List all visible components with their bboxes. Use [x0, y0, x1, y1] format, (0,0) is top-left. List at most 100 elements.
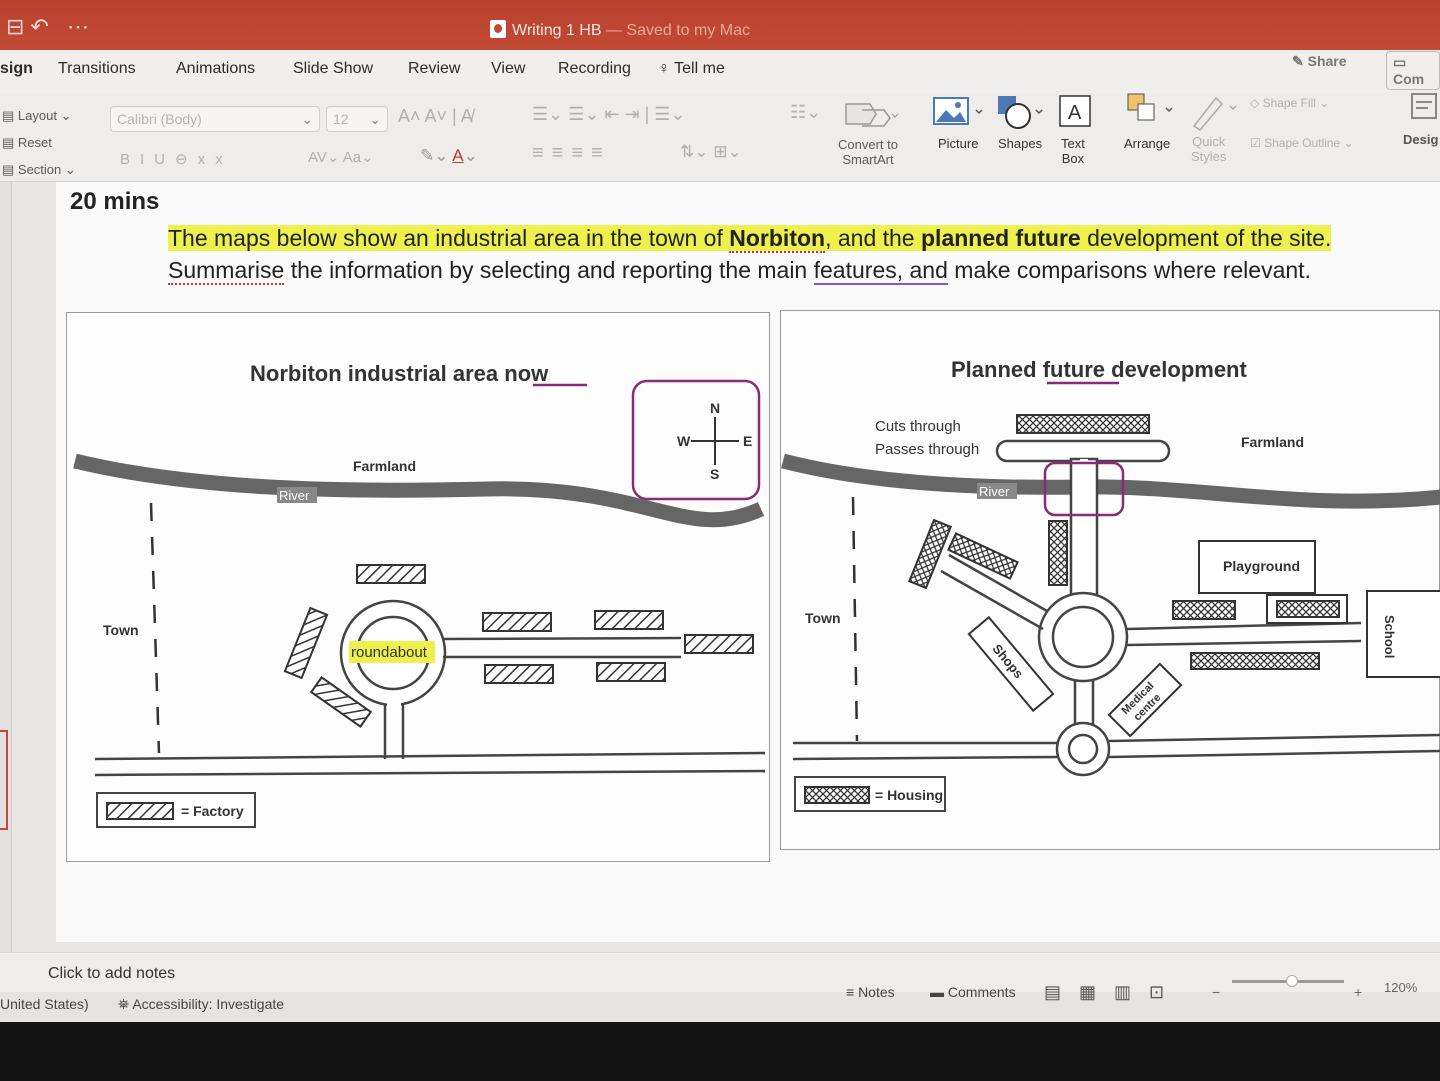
convert-smartart-line2: SmartArt: [842, 152, 894, 167]
notes-placeholder[interactable]: Click to add notes: [48, 965, 175, 983]
roundabout-future-inner: [1051, 605, 1115, 669]
designer-button[interactable]: Desig: [1403, 132, 1438, 147]
school-label: School: [1382, 615, 1397, 658]
share-button[interactable]: ✎ Share: [1292, 53, 1347, 70]
map-now-title-b: now: [504, 361, 549, 386]
arrange-button[interactable]: Arrange: [1124, 136, 1170, 151]
language-status[interactable]: United States): [0, 996, 89, 1012]
text-direction-icons[interactable]: ⇅⌄ ⊞⌄: [680, 142, 742, 162]
note-passes-through: Passes through: [875, 441, 979, 458]
map-future-title: Planned future development: [951, 357, 1247, 382]
font-size-value: 12: [333, 111, 349, 127]
map-now-panel: Norbiton industrial area now N S E W Far…: [66, 312, 770, 862]
town-label-now: Town: [103, 622, 139, 638]
tab-slide-show[interactable]: Slide Show: [293, 60, 373, 78]
prompt-text-2d: make comparisons where relevant.: [947, 257, 1311, 283]
zoom-in-icon[interactable]: +: [1354, 984, 1362, 1000]
notes-button[interactable]: ≡ Notes: [846, 984, 895, 1000]
river-label-future: River: [979, 484, 1010, 499]
housing: [1190, 652, 1320, 670]
accessibility-status[interactable]: ⛯ Accessibility: Investigate: [118, 996, 284, 1013]
shape-fill-button[interactable]: ◇ Shape Fill ⌄: [1250, 96, 1329, 110]
section-label: Section: [17, 162, 62, 177]
shape-outline-button[interactable]: ☑ Shape Outline ⌄: [1250, 136, 1354, 150]
char-spacing-icon[interactable]: AV⌄ Aa⌄: [308, 148, 374, 166]
highlight-color-icon[interactable]: ✎⌄ A⌄: [420, 146, 478, 166]
font-name-value: Calibri (Body): [117, 111, 202, 127]
tab-recording[interactable]: Recording: [558, 60, 631, 78]
comments-status-label: Comments: [947, 984, 1016, 1000]
text-box-button[interactable]: Text Box: [1061, 136, 1085, 166]
slide-thumbnails-strip[interactable]: [0, 182, 12, 962]
housing: [1172, 600, 1236, 620]
prompt-planned-future: planned future: [921, 225, 1081, 251]
title-bar: ⊟↶ ⋯ Writing 1 HB — Saved to my Mac: [0, 0, 1440, 50]
main-road-bottom: [94, 769, 766, 777]
smartart-icon[interactable]: [840, 98, 900, 132]
font-grow-shrink-icons[interactable]: A˄ A˅ | A̸: [398, 106, 473, 127]
doc-title-text: Writing 1 HB: [512, 22, 602, 39]
housing: [907, 518, 953, 590]
comments-status-button[interactable]: ▬ Comments: [930, 984, 1016, 1000]
zoom-out-icon[interactable]: −: [1212, 984, 1220, 1000]
font-format-icons[interactable]: BIU⊖xx: [120, 150, 233, 168]
quick-styles-button[interactable]: Quick Styles: [1191, 134, 1226, 164]
zoom-level[interactable]: 120%: [1384, 980, 1417, 995]
convert-smartart-button[interactable]: Convert to SmartArt: [838, 137, 898, 167]
factory: [684, 634, 754, 654]
quick-styles-icon[interactable]: [1186, 92, 1242, 134]
quick-styles-line2: Styles: [1191, 149, 1227, 164]
tell-me[interactable]: ♀ Tell me: [658, 60, 725, 78]
layout-button[interactable]: ▤ Layout ⌄: [2, 108, 71, 124]
comments-button[interactable]: ▭ Com: [1386, 51, 1440, 90]
selected-thumbnail[interactable]: [0, 730, 8, 830]
designer-icon[interactable]: [1404, 88, 1440, 124]
compass-s: S: [710, 466, 719, 482]
map-future-title-b: future: [1043, 357, 1105, 382]
shapes-icon[interactable]: [994, 94, 1050, 132]
legend-housing-swatch: [804, 786, 870, 804]
picture-button[interactable]: Picture: [938, 136, 978, 151]
zoom-slider-thumb[interactable]: [1286, 975, 1298, 987]
town-label-future: Town: [805, 610, 841, 626]
tab-design[interactable]: sign: [0, 60, 33, 78]
playground-label: Playground: [1223, 558, 1300, 574]
factory: [283, 606, 329, 680]
farmland-label-future: Farmland: [1241, 434, 1304, 450]
prompt-summarise: Summarise: [168, 257, 285, 285]
shapes-button[interactable]: Shapes: [998, 136, 1042, 151]
legend-factory-label: = Factory: [181, 803, 244, 819]
arrange-icon[interactable]: [1124, 92, 1180, 132]
tab-view[interactable]: View: [491, 60, 525, 78]
main-road-top: [94, 751, 766, 761]
factory: [484, 664, 554, 684]
share-label: Share: [1307, 53, 1347, 69]
font-size-select[interactable]: 12 ⌄: [326, 106, 388, 132]
notes-pane[interactable]: Click to add notes: [0, 952, 1440, 992]
tab-animations[interactable]: Animations: [176, 60, 255, 78]
prompt-features: features, and: [813, 257, 948, 285]
font-name-select[interactable]: Calibri (Body) ⌄: [110, 106, 320, 132]
pencil-icon: ✎: [1292, 53, 1304, 69]
quick-access-icons[interactable]: ⊟↶ ⋯: [6, 14, 95, 40]
map-now-title: Norbiton industrial area now: [250, 361, 549, 386]
housing: [947, 532, 1019, 580]
list-icons[interactable]: ☰⌄ ☰⌄ ⇤ ⇥ | ☰⌄: [532, 104, 686, 125]
factory: [594, 610, 664, 630]
view-buttons[interactable]: ▤▦▥⊡: [1044, 982, 1182, 1003]
medical-centre-building: [1107, 662, 1183, 738]
roundabout-label: roundabout: [351, 644, 428, 661]
picture-icon[interactable]: [930, 94, 990, 132]
align-icons[interactable]: ≡≡≡≡: [532, 142, 611, 165]
prompt-text-2b: the information by selecting and reporti…: [284, 257, 814, 283]
tab-transitions[interactable]: Transitions: [58, 60, 136, 78]
section-button[interactable]: ▤ Section ⌄: [2, 162, 76, 178]
notes-btn-label: Notes: [858, 984, 895, 1000]
reset-button[interactable]: ▤ Reset: [2, 135, 52, 151]
text-box-icon[interactable]: A: [1058, 94, 1094, 130]
main-road-future-bottom: [792, 755, 1058, 761]
tab-review[interactable]: Review: [408, 60, 460, 78]
columns-icon[interactable]: ☷⌄: [790, 102, 821, 123]
farmland-label-now: Farmland: [353, 458, 416, 474]
legend-housing-label: = Housing: [875, 787, 943, 803]
